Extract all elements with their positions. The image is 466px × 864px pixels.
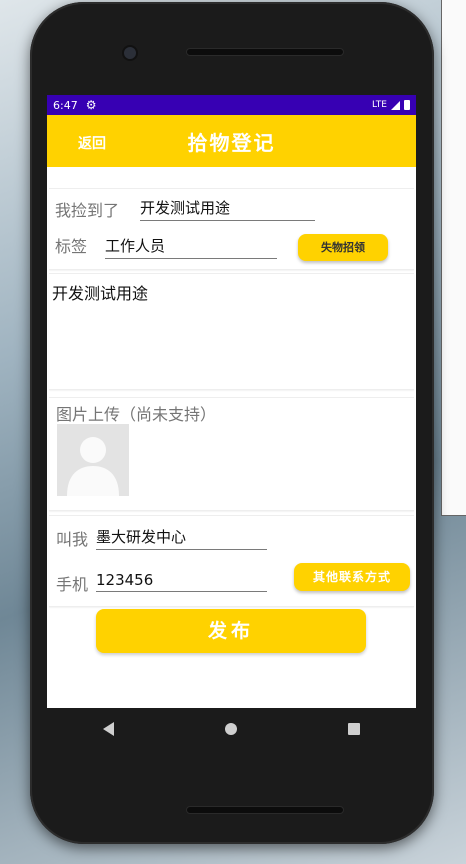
earpiece-speaker bbox=[186, 48, 344, 56]
phone-input[interactable]: 123456 bbox=[96, 571, 267, 592]
background-window-edge bbox=[441, 0, 466, 516]
front-camera bbox=[122, 45, 138, 61]
found-item-input[interactable]: 开发测试用途 bbox=[140, 197, 315, 221]
description-textarea[interactable]: 开发测试用途 bbox=[52, 280, 148, 304]
app-screen: 6:47 ⚙ LTE 返回 拾物登记 我捡到了 开发测试用途 标签 工作人员 失… bbox=[47, 95, 416, 708]
nav-recents-icon[interactable] bbox=[348, 723, 361, 735]
publish-button[interactable]: 发布 bbox=[96, 609, 366, 653]
battery-icon bbox=[404, 100, 410, 110]
item-info-card: 我捡到了 开发测试用途 标签 工作人员 失物招领 bbox=[49, 188, 414, 270]
bottom-speaker bbox=[186, 806, 344, 814]
status-bar: 6:47 ⚙ LTE bbox=[47, 95, 416, 115]
image-upload-card: 图片上传（尚未支持） bbox=[49, 397, 414, 511]
page-title: 拾物登记 bbox=[187, 131, 276, 155]
name-label: 叫我 bbox=[56, 530, 89, 549]
signal-icon bbox=[391, 100, 400, 110]
status-right: LTE bbox=[372, 100, 410, 110]
contact-card: 叫我 墨大研发中心 手机 123456 其他联系方式 bbox=[49, 515, 414, 607]
image-placeholder[interactable] bbox=[57, 424, 129, 496]
other-contact-button[interactable]: 其他联系方式 bbox=[294, 563, 410, 591]
lost-found-tag-button[interactable]: 失物招领 bbox=[298, 234, 388, 261]
nav-back-icon[interactable] bbox=[102, 722, 114, 736]
tag-label: 标签 bbox=[55, 237, 88, 256]
image-upload-label: 图片上传（尚未支持） bbox=[56, 405, 217, 424]
nav-home-icon[interactable] bbox=[224, 723, 237, 735]
name-input[interactable]: 墨大研发中心 bbox=[96, 526, 267, 550]
system-nav-bar bbox=[47, 708, 416, 750]
status-time: 6:47 bbox=[53, 98, 78, 112]
person-silhouette-icon bbox=[57, 424, 129, 496]
network-type: LTE bbox=[372, 100, 387, 110]
phone-label: 手机 bbox=[56, 575, 89, 594]
app-header: 返回 拾物登记 bbox=[47, 115, 416, 167]
description-card: 开发测试用途 bbox=[49, 273, 414, 390]
settings-gear-icon: ⚙ bbox=[85, 98, 97, 112]
tag-input[interactable]: 工作人员 bbox=[105, 235, 277, 259]
found-item-label: 我捡到了 bbox=[55, 201, 120, 220]
